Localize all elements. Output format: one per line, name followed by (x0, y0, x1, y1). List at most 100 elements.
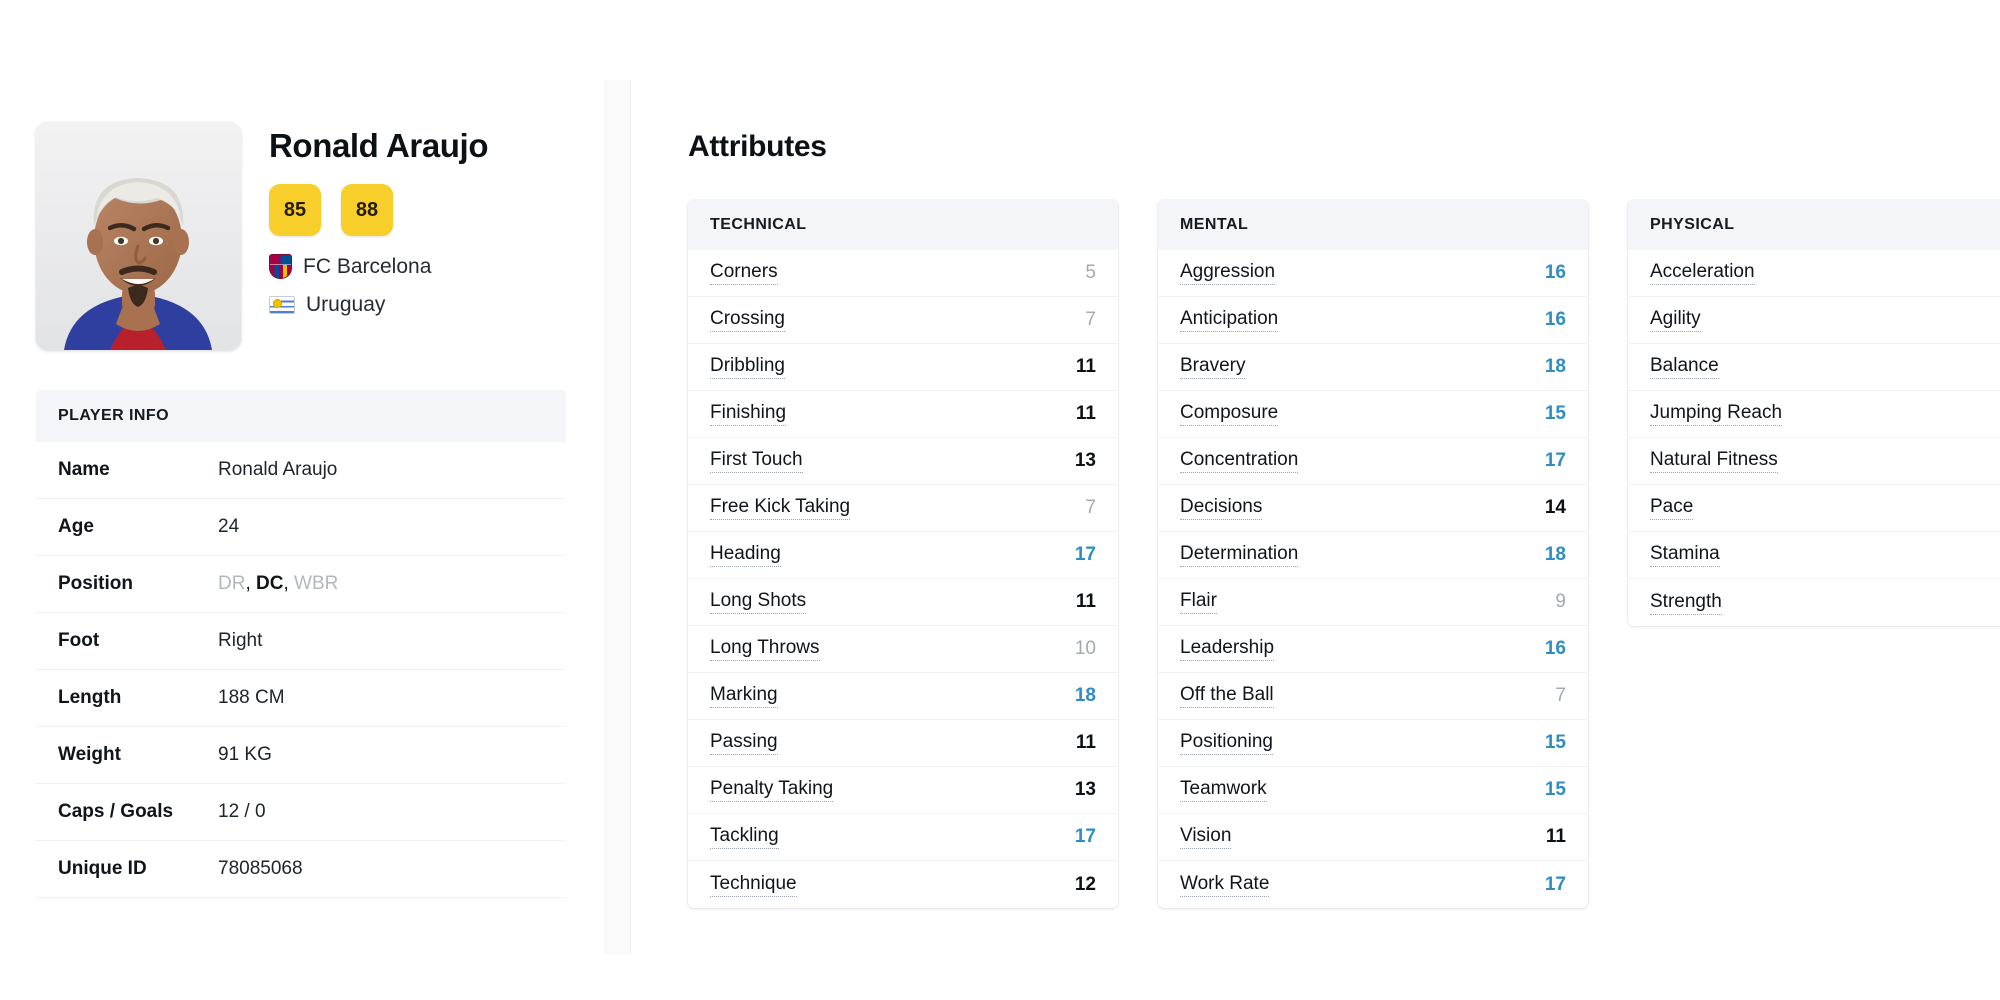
attribute-label[interactable]: Off the Ball (1180, 684, 1274, 708)
attribute-row: Pace16 (1628, 485, 2000, 532)
player-profile-page: Ronald Araujo 85 88 FC Barcelona Uruguay… (0, 0, 2000, 1000)
attribute-label[interactable]: Passing (710, 731, 778, 755)
attribute-label[interactable]: Penalty Taking (710, 778, 834, 802)
attribute-value: 13 (1074, 450, 1096, 471)
attribute-label[interactable]: Vision (1180, 825, 1232, 849)
attribute-value: 7 (1555, 685, 1566, 706)
attribute-value: 15 (1544, 779, 1566, 800)
info-key: Name (58, 459, 110, 480)
attribute-row: Free Kick Taking 7 (688, 485, 1118, 532)
position-list: DR, DC, WBR (218, 573, 339, 594)
attribute-label[interactable]: Balance (1650, 355, 1719, 379)
attribute-label[interactable]: Bravery (1180, 355, 1246, 379)
attribute-value: 11 (1075, 403, 1096, 424)
attribute-label[interactable]: Composure (1180, 402, 1279, 426)
attribute-label[interactable]: Jumping Reach (1650, 402, 1783, 426)
attribute-value: 17 (1074, 544, 1096, 565)
info-value: 78085068 (218, 858, 303, 879)
attribute-label[interactable]: First Touch (710, 449, 803, 473)
attribute-value: 7 (1085, 309, 1096, 330)
attribute-label[interactable]: Natural Fitness (1650, 449, 1778, 473)
info-key: Length (58, 687, 122, 708)
attribute-label[interactable]: Stamina (1650, 543, 1720, 567)
attribute-label[interactable]: Finishing (710, 402, 787, 426)
attribute-row: Agility13 (1628, 297, 2000, 344)
attribute-row: Dribbling 11 (688, 344, 1118, 391)
attribute-label[interactable]: Flair (1180, 590, 1217, 614)
attribute-label[interactable]: Long Throws (710, 637, 820, 661)
attribute-label[interactable]: Technique (710, 873, 797, 897)
attribute-value: 5 (1085, 262, 1096, 283)
attribute-card-mental: MENTAL Aggression 16 Anticipation 16 Bravery 1… (1158, 200, 1588, 908)
attribute-label[interactable]: Determination (1180, 543, 1299, 567)
attribute-row: First Touch 13 (688, 438, 1118, 485)
attribute-label[interactable]: Leadership (1180, 637, 1275, 661)
attribute-row: Corners 5 (688, 250, 1118, 297)
attribute-row: Determination 18 (1158, 532, 1588, 579)
attribute-label[interactable]: Positioning (1180, 731, 1273, 755)
attribute-label[interactable]: Acceleration (1650, 261, 1755, 285)
attribute-value: 9 (1555, 591, 1566, 612)
nation-row: Uruguay (269, 293, 488, 317)
potential-ability-badge[interactable]: 88 (341, 184, 393, 237)
attribute-value: 10 (1074, 638, 1096, 659)
attribute-label[interactable]: Aggression (1180, 261, 1276, 285)
info-key: Age (58, 516, 94, 537)
attribute-label[interactable]: Marking (710, 684, 778, 708)
club-name: FC Barcelona (303, 254, 432, 278)
player-info-card: PLAYER INFO Name Ronald Araujo Age 24 Po… (36, 390, 566, 898)
info-key: Unique ID (58, 858, 147, 879)
attributes-grid: TECHNICAL Corners 5 Crossing 7 Dribbling 11 Fin… (688, 200, 2000, 908)
uruguay-flag-icon (269, 296, 295, 315)
attribute-label[interactable]: Agility (1650, 308, 1701, 332)
position-dc: DC (256, 573, 284, 594)
attribute-value: 13 (1074, 779, 1096, 800)
attribute-row: Anticipation 16 (1158, 297, 1588, 344)
attribute-label[interactable]: Concentration (1180, 449, 1299, 473)
info-row-name: Name Ronald Araujo (36, 442, 566, 499)
attribute-row: Acceleration14 (1628, 250, 2000, 297)
attribute-row: Penalty Taking 13 (688, 767, 1118, 814)
attribute-row: Composure 15 (1158, 391, 1588, 438)
attribute-label[interactable]: Strength (1650, 591, 1722, 615)
position-wbr: WBR (294, 573, 339, 594)
attribute-label[interactable]: Anticipation (1180, 308, 1279, 332)
player-info-header: PLAYER INFO (36, 390, 566, 442)
info-key: Foot (58, 630, 100, 651)
attribute-card-header: TECHNICAL (688, 200, 1118, 250)
attribute-value: 17 (1544, 450, 1566, 471)
attribute-label[interactable]: Long Shots (710, 590, 807, 614)
attribute-label[interactable]: Work Rate (1180, 873, 1270, 897)
attribute-label[interactable]: Dribbling (710, 355, 785, 379)
attribute-row: Positioning 15 (1158, 720, 1588, 767)
info-row-foot: Foot Right (36, 613, 566, 670)
attribute-label[interactable]: Teamwork (1180, 778, 1267, 802)
info-row-caps-goals: Caps / Goals 12 / 0 (36, 784, 566, 841)
attribute-value: 15 (1544, 732, 1566, 753)
info-row-unique-id: Unique ID 78085068 (36, 841, 566, 898)
attribute-row: Technique 12 (688, 861, 1118, 908)
info-value: Ronald Araujo (218, 459, 338, 480)
attribute-row: Off the Ball 7 (1158, 673, 1588, 720)
attribute-row: Long Shots 11 (688, 579, 1118, 626)
attribute-row: Concentration 17 (1158, 438, 1588, 485)
attribute-row: Teamwork 15 (1158, 767, 1588, 814)
info-row-age: Age 24 (36, 499, 566, 556)
attribute-label[interactable]: Corners (710, 261, 778, 285)
attribute-label[interactable]: Decisions (1180, 496, 1263, 520)
attribute-label[interactable]: Free Kick Taking (710, 496, 851, 520)
nation-name: Uruguay (306, 293, 386, 317)
attribute-label[interactable]: Pace (1650, 496, 1694, 520)
attribute-value: 11 (1075, 732, 1096, 753)
info-row-weight: Weight 91 KG (36, 727, 566, 784)
info-key: Caps / Goals (58, 801, 174, 822)
attribute-row: Crossing 7 (688, 297, 1118, 344)
attribute-label[interactable]: Tackling (710, 825, 779, 849)
attribute-value: 18 (1544, 544, 1566, 565)
player-identity: Ronald Araujo 85 88 FC Barcelona Uruguay (269, 122, 488, 317)
section-divider (604, 80, 631, 955)
current-ability-badge[interactable]: 85 (269, 184, 321, 237)
attribute-label[interactable]: Heading (710, 543, 781, 567)
attribute-label[interactable]: Crossing (710, 308, 785, 332)
attribute-row: Finishing 11 (688, 391, 1118, 438)
